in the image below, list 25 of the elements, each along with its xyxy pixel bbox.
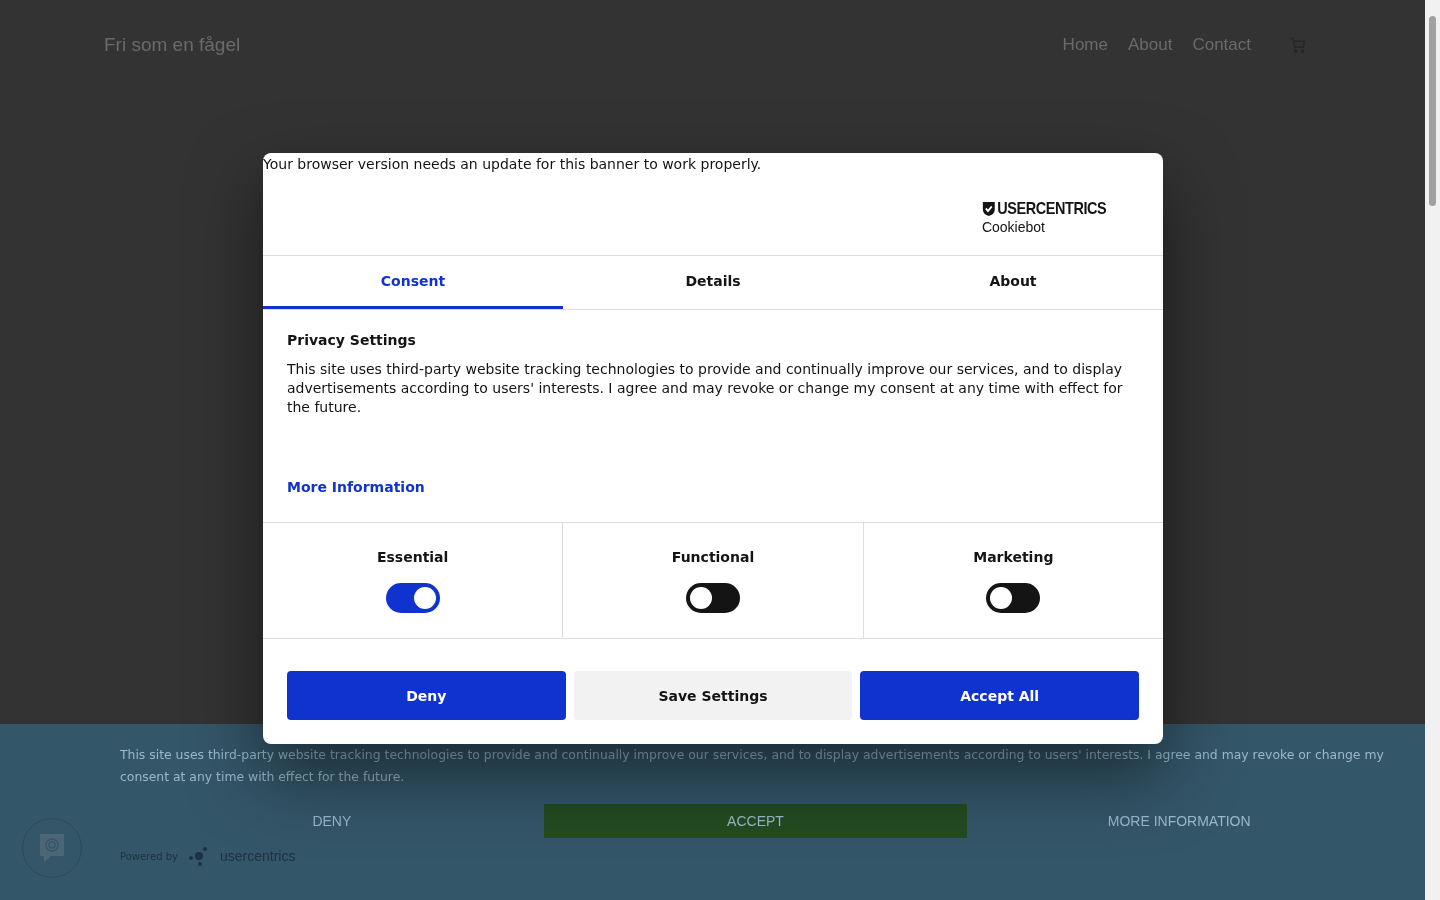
privacy-text: This site uses third-party website tracking technologies to provide and continually improve our services, and to display advertisements according to users' interests. I agree and may revoke or change my consent at any time with effect for the future. — [287, 360, 1124, 417]
scrollbar[interactable] — [1425, 0, 1440, 900]
dialog-button[interactable]: Accept All — [860, 671, 1139, 720]
logo-product: Cookiebot — [981, 219, 1046, 235]
dots-logo-icon — [187, 846, 210, 866]
banner-button[interactable]: MORE INFORMATION — [967, 804, 1391, 838]
more-information-link[interactable]: More Information — [287, 479, 425, 495]
dialog-tab[interactable]: About — [863, 256, 1163, 309]
dialog-button[interactable]: Save Settings — [573, 671, 853, 720]
category-label: Functional — [671, 549, 755, 565]
toggle-switch[interactable] — [385, 583, 440, 613]
category-label: Essential — [376, 549, 449, 565]
banner-button[interactable]: DENY — [120, 804, 544, 838]
shield-icon — [981, 201, 996, 217]
banner-text: This site uses third-party website tracking technologies to provide and continually improve our services, and to display advertisements according to users' interests. I agree and may revoke or change my consent at any time with effect for the future. — [120, 746, 1385, 786]
update-notice: Your browser version needs an update for this banner to work properly. — [263, 155, 763, 174]
logo-brand: USERCENTRICS — [997, 199, 1107, 219]
banner-button[interactable]: ACCEPT — [543, 804, 968, 838]
toggle-switch[interactable] — [986, 583, 1041, 613]
section-heading: Privacy Settings — [287, 332, 417, 348]
dialog-button[interactable]: Deny — [287, 671, 566, 720]
dialog-tab[interactable]: Details — [563, 256, 863, 309]
toggle-switch[interactable] — [686, 583, 740, 613]
category-label: Marketing — [973, 549, 1054, 565]
dialog-tab[interactable]: Consent — [263, 256, 563, 309]
